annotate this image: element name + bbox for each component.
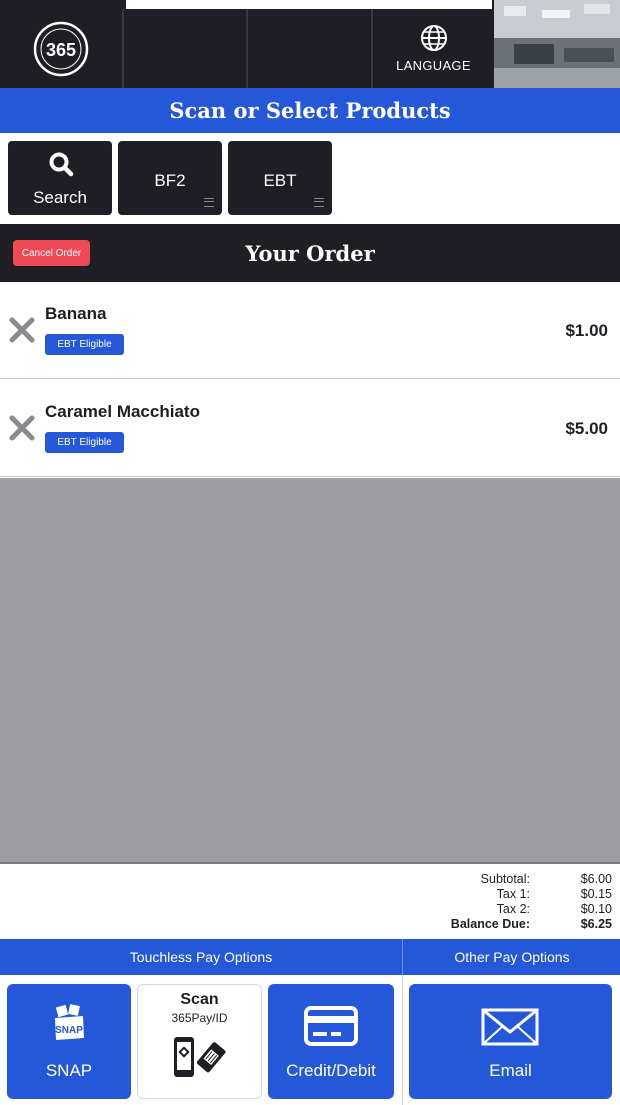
menu-icon bbox=[204, 198, 214, 207]
balance-row: Balance Due: $6.25 bbox=[312, 917, 612, 931]
snap-icon: SNAP bbox=[55, 1004, 84, 1040]
email-button[interactable]: Email bbox=[409, 984, 612, 1099]
email-label: Email bbox=[489, 1061, 532, 1080]
totals-panel: Subtotal: $6.00 Tax 1: $0.15 Tax 2: $0.1… bbox=[0, 866, 620, 939]
category-button-bf2[interactable]: BF2 bbox=[118, 141, 222, 215]
svg-text:365: 365 bbox=[46, 40, 76, 60]
store-image bbox=[494, 0, 620, 88]
balance-value: $6.25 bbox=[580, 917, 612, 931]
globe-icon bbox=[420, 25, 447, 51]
phone-scan-icon bbox=[174, 1037, 226, 1077]
page-title: Scan or Select Products bbox=[0, 88, 620, 133]
scan-subtitle: 365Pay/ID bbox=[171, 1011, 228, 1025]
tax1-value: $0.15 bbox=[580, 887, 612, 901]
category-button-ebt[interactable]: EBT bbox=[228, 141, 332, 215]
credit-debit-label: Credit/Debit bbox=[286, 1061, 376, 1080]
language-button[interactable]: LANGUAGE bbox=[371, 9, 494, 88]
search-icon bbox=[49, 152, 74, 177]
subtotal-row: Subtotal: $6.00 bbox=[312, 872, 612, 886]
item-price: $5.00 bbox=[565, 419, 608, 438]
pay-options-header: Touchless Pay Options Other Pay Options bbox=[0, 939, 620, 975]
envelope-icon bbox=[481, 1008, 539, 1046]
pay-divider bbox=[402, 975, 403, 1105]
remove-item-icon[interactable] bbox=[8, 414, 36, 442]
header-slot-1 bbox=[122, 9, 246, 88]
language-label: LANGUAGE bbox=[396, 58, 471, 73]
remove-item-icon[interactable] bbox=[8, 316, 36, 344]
store-photo bbox=[494, 0, 620, 88]
other-pay-label: Other Pay Options bbox=[402, 939, 620, 975]
tax2-row: Tax 2: $0.10 bbox=[312, 902, 612, 916]
snap-label: SNAP bbox=[45, 1061, 93, 1080]
order-empty-area bbox=[0, 478, 620, 864]
category-label: EBT bbox=[263, 171, 297, 190]
tax2-value: $0.10 bbox=[580, 902, 612, 916]
item-name: Caramel Macchiato bbox=[45, 402, 200, 421]
top-strip bbox=[126, 0, 492, 9]
balance-label: Balance Due: bbox=[450, 917, 530, 931]
ebt-badge: EBT Eligible bbox=[45, 432, 124, 453]
logo: 365 bbox=[0, 9, 122, 88]
search-button-label: Search bbox=[33, 188, 87, 207]
menu-icon bbox=[314, 198, 324, 207]
subtotal-value: $6.00 bbox=[580, 872, 612, 886]
tax1-label: Tax 1: bbox=[496, 887, 530, 901]
search-button[interactable]: Search bbox=[8, 141, 112, 215]
tax1-row: Tax 1: $0.15 bbox=[312, 887, 612, 901]
subtotal-label: Subtotal: bbox=[480, 872, 530, 886]
scan-365pay-button[interactable]: Scan 365Pay/ID bbox=[137, 984, 262, 1099]
item-price: $1.00 bbox=[565, 321, 608, 340]
order-item: Caramel Macchiato EBT Eligible $5.00 bbox=[0, 380, 620, 477]
header-slot-2 bbox=[246, 9, 371, 88]
scan-title: Scan bbox=[180, 991, 219, 1008]
svg-text:SNAP: SNAP bbox=[55, 1025, 83, 1036]
category-label: BF2 bbox=[154, 171, 186, 190]
tax2-label: Tax 2: bbox=[496, 902, 530, 916]
ebt-badge: EBT Eligible bbox=[45, 334, 124, 355]
order-header bbox=[0, 224, 620, 282]
credit-card-icon bbox=[304, 1006, 358, 1046]
cancel-order-button[interactable]: Cancel Order bbox=[13, 240, 90, 266]
item-name: Banana bbox=[45, 304, 107, 323]
order-item: Banana EBT Eligible $1.00 bbox=[0, 282, 620, 379]
credit-debit-button[interactable]: Credit/Debit bbox=[268, 984, 394, 1099]
snap-button[interactable]: SNAP SNAP bbox=[7, 984, 131, 1099]
touchless-pay-label: Touchless Pay Options bbox=[129, 949, 273, 965]
logo-icon: 365 bbox=[33, 21, 89, 76]
